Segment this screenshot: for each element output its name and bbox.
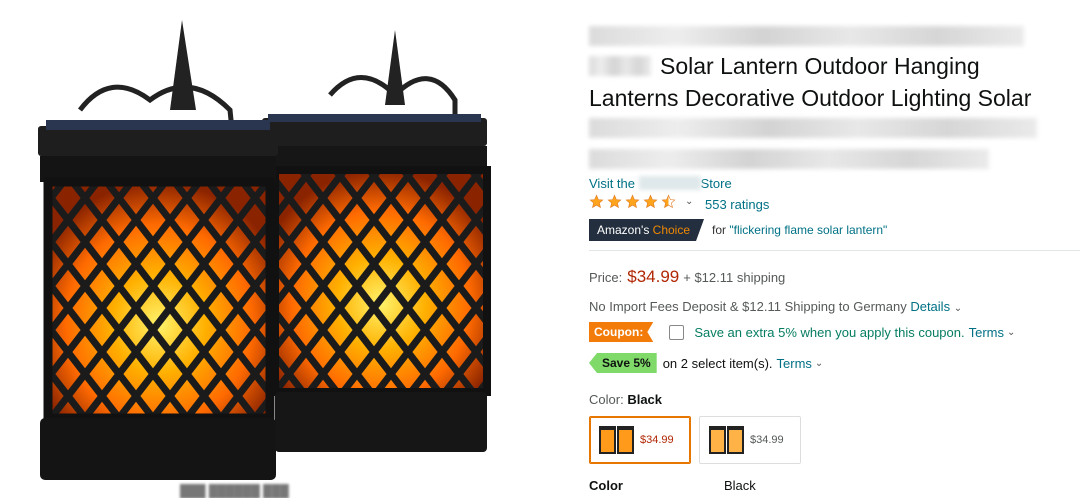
lantern-back (262, 30, 491, 452)
amazons-choice-badge[interactable]: Amazon's Choice (589, 219, 704, 241)
product-title-line-3: Lanterns Decorative Outdoor Lighting Sol… (589, 85, 1032, 111)
image-caption-blurred: ███ ██████ ███ (180, 484, 289, 498)
title-redacted-4 (589, 149, 989, 169)
details-value-color: Black (724, 478, 756, 493)
coupon-row: Coupon: Save an extra 5% when you apply … (589, 322, 1015, 342)
save-terms-link[interactable]: Terms (777, 356, 812, 371)
swatch-price: $34.99 (640, 434, 674, 446)
color-selected: Black (627, 392, 663, 407)
save-promo-row: Save 5% on 2 select item(s). Terms ⌄ (589, 353, 823, 373)
save-text: on 2 select item(s). (662, 355, 773, 371)
chevron-down-icon[interactable]: ⌄ (815, 358, 823, 369)
ratings-count-link[interactable]: 553 ratings (705, 197, 769, 212)
amazons-choice-row: Amazon's Choice for "flickering flame so… (589, 219, 887, 241)
price-label: Price: (589, 270, 623, 285)
coupon-tag: Coupon: (589, 322, 653, 342)
product-image[interactable] (0, 0, 560, 492)
chevron-down-icon[interactable]: ⌄ (954, 303, 962, 314)
chevron-down-icon[interactable]: ⌄ (1007, 327, 1015, 338)
choice-keyword-link[interactable]: "flickering flame solar lantern" (729, 223, 887, 237)
coupon-terms-link[interactable]: Terms (969, 325, 1004, 340)
store-link[interactable]: Visit the Store (589, 176, 732, 191)
coupon-checkbox[interactable] (669, 324, 685, 340)
star-full-icon (625, 194, 640, 209)
product-title-line-2: Solar Lantern Outdoor Hanging (660, 53, 980, 79)
save-tag: Save 5% (589, 353, 657, 373)
color-swatch-1[interactable]: $34.99 (589, 416, 691, 464)
shipping-cost: + $12.11 shipping (683, 270, 786, 285)
star-half-icon (661, 194, 676, 209)
star-full-icon (643, 194, 658, 209)
details-key-color: Color (589, 478, 623, 493)
title-redacted-1 (589, 26, 1024, 46)
star-full-icon (607, 194, 622, 209)
lantern-front (38, 20, 278, 480)
import-fees-row: No Import Fees Deposit & $12.11 Shipping… (589, 299, 963, 314)
price-row: Price: $34.99 + $12.11 shipping (589, 267, 785, 287)
import-details-link[interactable]: Details (910, 299, 950, 314)
title-redacted-2 (589, 56, 651, 76)
divider (589, 250, 1080, 251)
color-swatch-2[interactable]: $34.99 (699, 416, 801, 464)
swatch-price: $34.99 (750, 434, 784, 446)
title-redacted-3 (589, 118, 1037, 138)
chevron-down-icon[interactable]: ⌄ (685, 196, 693, 207)
store-name-redacted (638, 176, 701, 190)
star-full-icon (589, 194, 604, 209)
lantern-thumbnail-icon (599, 426, 634, 454)
color-label: Color: Black (589, 392, 663, 407)
lantern-thumbnail-icon (709, 426, 744, 454)
coupon-text[interactable]: Save an extra 5% when you apply this cou… (694, 325, 964, 340)
price-value: $34.99 (627, 267, 680, 286)
star-rating[interactable]: ⌄ (589, 194, 693, 209)
